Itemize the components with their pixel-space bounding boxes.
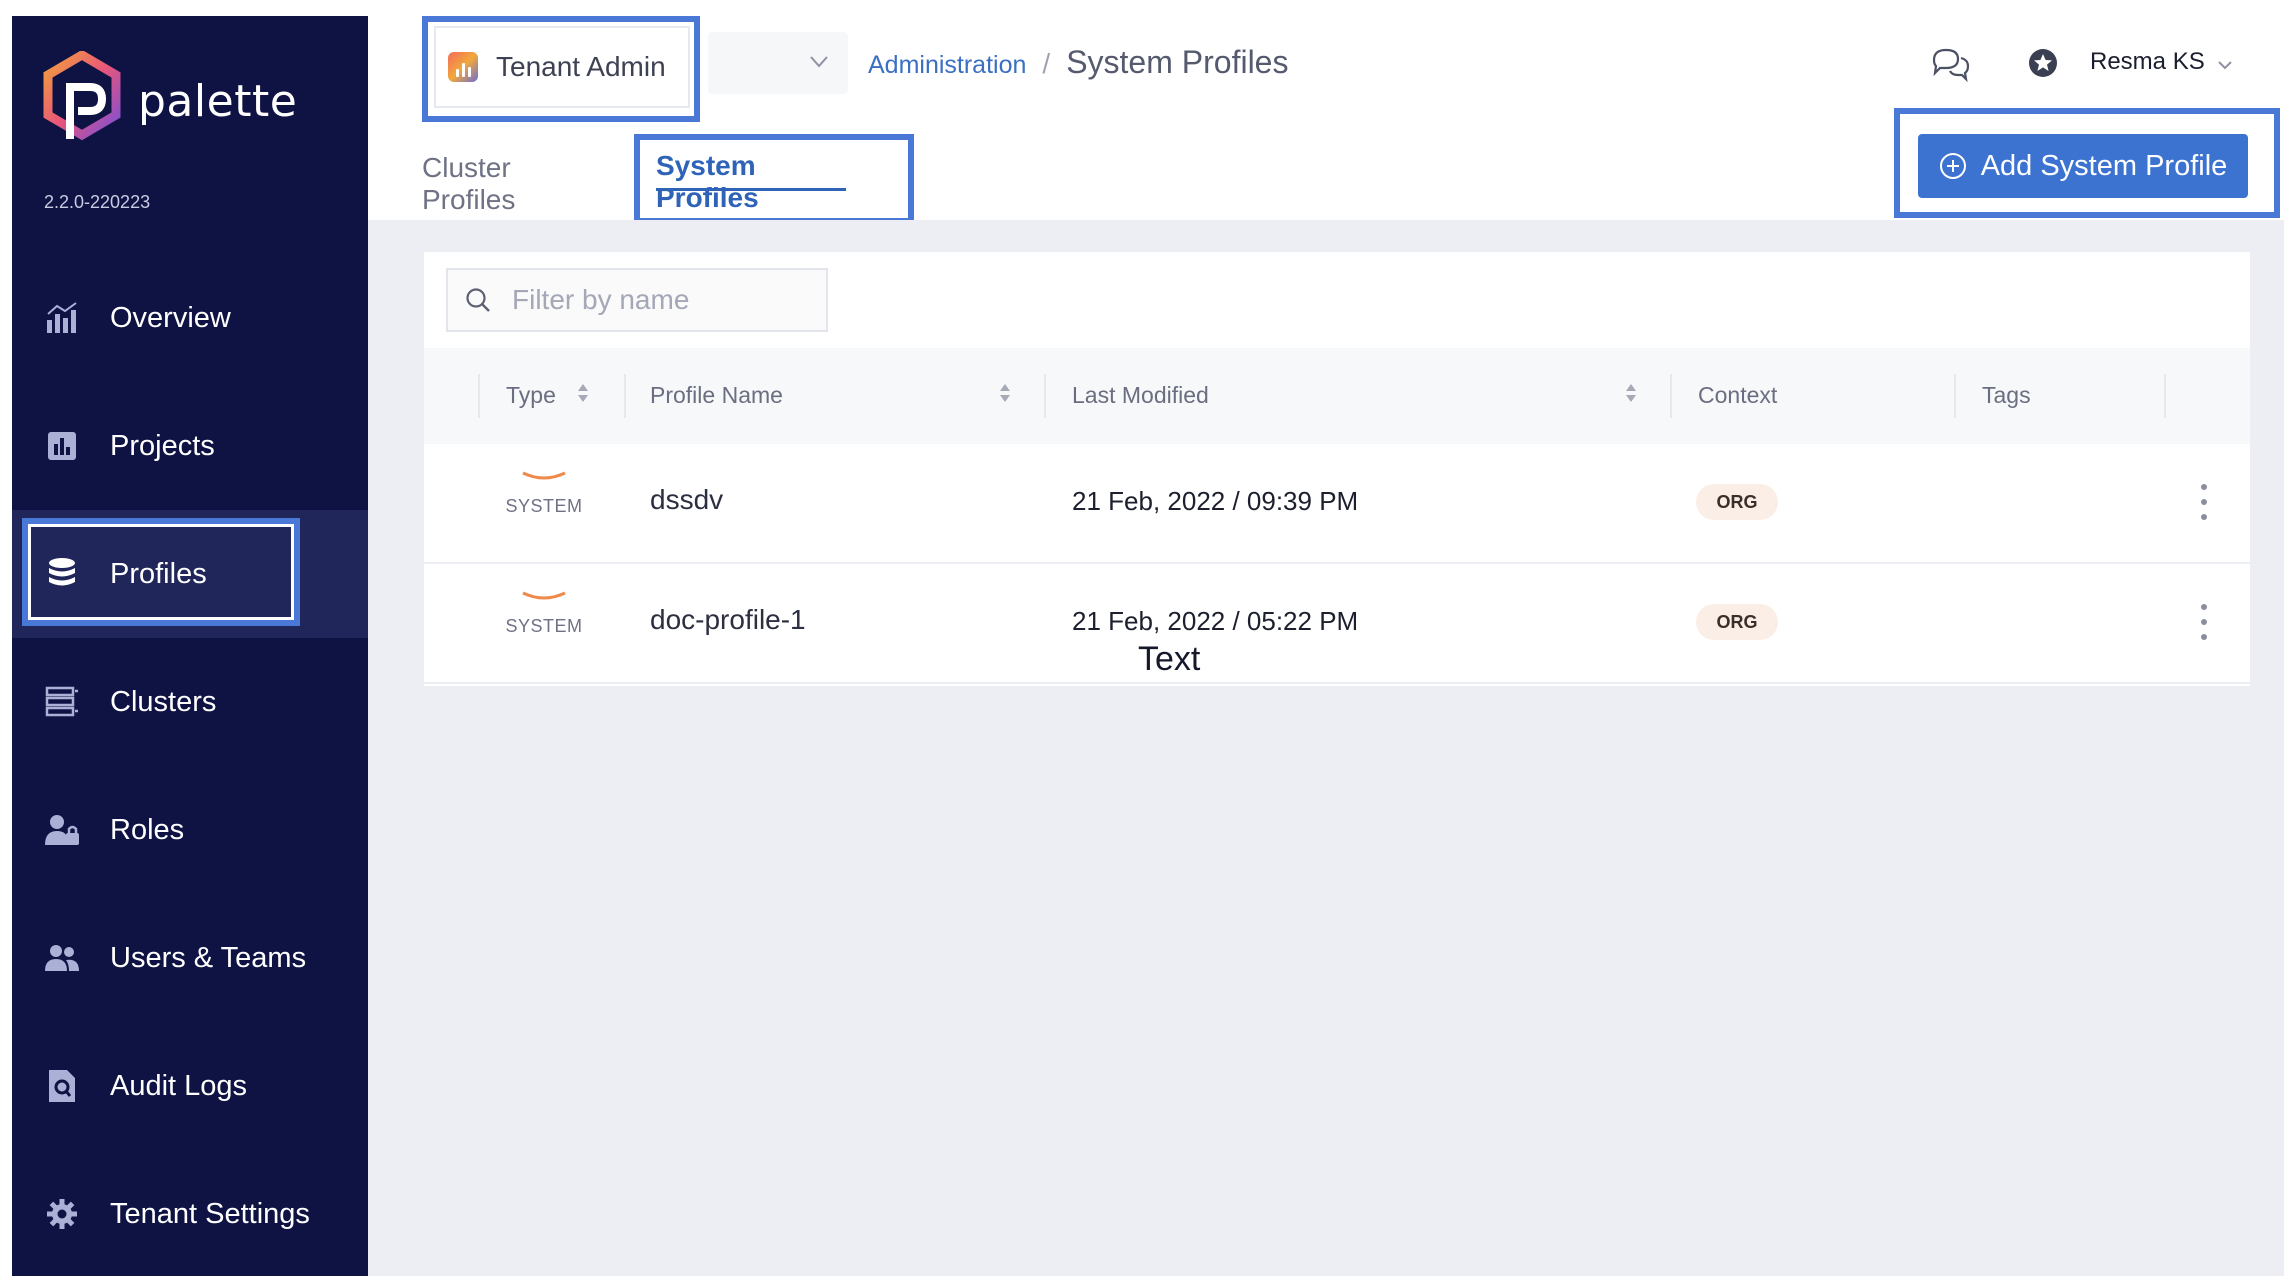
sidebar-item-roles[interactable]: Roles	[12, 766, 368, 894]
version-label: 2.2.0-220223	[44, 192, 151, 212]
context-badge: ORG	[1696, 604, 1778, 640]
palette-logo-icon	[43, 51, 121, 141]
tab-cluster-profiles[interactable]: Cluster Profiles	[422, 152, 515, 216]
type-cell: SYSTEM	[494, 590, 594, 637]
plus-circle-icon	[1939, 153, 1966, 179]
system-type-icon	[522, 591, 566, 600]
project-select[interactable]	[708, 32, 848, 94]
breadcrumb: Administration / System Profiles	[868, 44, 1288, 81]
type-label: SYSTEM	[505, 496, 583, 516]
system-type-icon	[522, 471, 566, 480]
user-menu[interactable]: Resma KS	[2090, 48, 2205, 76]
sidebar-item-label: Tenant Settings	[110, 1197, 310, 1230]
users-icon	[44, 940, 80, 976]
page-title: System Profiles	[1066, 44, 1289, 80]
table-row[interactable]: SYSTEM doc-profile-1 21 Feb, 2022 / 05:2…	[424, 564, 2250, 684]
sort-icon[interactable]	[1624, 378, 1638, 408]
profile-name[interactable]: dssdv	[650, 484, 723, 516]
row-menu-icon[interactable]	[2194, 604, 2214, 640]
breadcrumb-administration-link[interactable]: Administration	[868, 51, 1026, 80]
sidebar-item-overview[interactable]: Overview	[12, 254, 368, 382]
sidebar: palette 2.2.0-220223 Overview Projects P…	[12, 16, 368, 1276]
sidebar-item-label: Overview	[110, 301, 231, 334]
active-tab-indicator	[656, 188, 846, 191]
column-header-context: Context	[1698, 382, 1778, 408]
audit-icon	[44, 1068, 80, 1104]
clusters-icon	[44, 684, 80, 720]
type-cell: SYSTEM	[494, 470, 594, 517]
last-modified: 21 Feb, 2022 / 05:22 PM	[1072, 606, 1359, 636]
filter-field[interactable]	[446, 268, 828, 332]
profile-name[interactable]: doc-profile-1	[650, 604, 806, 636]
column-header-last-modified[interactable]: Last Modified	[1072, 382, 1209, 409]
sidebar-item-label: Audit Logs	[110, 1069, 248, 1102]
top-header: Tenant Admin Administration / System Pro…	[368, 0, 2284, 224]
brand-name: palette	[138, 75, 298, 127]
chevron-down-icon[interactable]	[2216, 56, 2234, 74]
sidebar-item-label: Roles	[110, 813, 185, 846]
column-header-profile-name[interactable]: Profile Name	[650, 382, 783, 409]
main-content: Type Profile Name Last Modified Context …	[368, 220, 2284, 1276]
add-system-profile-label: Add System Profile	[1980, 149, 2228, 182]
type-label: SYSTEM	[505, 616, 583, 636]
scope-switcher[interactable]: Tenant Admin	[434, 26, 690, 108]
column-divider	[478, 374, 480, 418]
sidebar-item-profiles[interactable]: Profiles	[12, 510, 368, 638]
sidebar-item-projects[interactable]: Projects	[12, 382, 368, 510]
row-menu-icon[interactable]	[2194, 484, 2214, 520]
column-header-type[interactable]: Type	[506, 382, 556, 409]
database-icon	[44, 556, 80, 592]
sidebar-item-label: Clusters	[110, 685, 217, 718]
last-modified: 21 Feb, 2022 / 09:39 PM	[1072, 486, 1359, 516]
profiles-table-card: Type Profile Name Last Modified Context …	[424, 252, 2250, 686]
breadcrumb-separator: /	[1042, 48, 1051, 79]
table-row[interactable]: SYSTEM dssdv 21 Feb, 2022 / 09:39 PM ORG	[424, 444, 2250, 564]
sidebar-item-label: Projects	[110, 429, 215, 462]
context-badge: ORG	[1696, 484, 1778, 520]
star-badge-icon[interactable]	[2028, 48, 2058, 78]
search-input[interactable]	[512, 284, 812, 316]
add-system-profile-button[interactable]: Add System Profile	[1918, 134, 2248, 198]
chevron-down-icon	[810, 56, 828, 68]
sidebar-item-audit-logs[interactable]: Audit Logs	[12, 1022, 368, 1150]
tenant-icon	[448, 52, 478, 82]
table-header: Type Profile Name Last Modified Context …	[424, 348, 2250, 444]
column-divider	[1044, 374, 1046, 418]
gear-icon	[44, 1196, 80, 1232]
sidebar-item-label: Users & Teams	[110, 941, 307, 974]
logo[interactable]: palette	[42, 46, 297, 156]
roles-icon	[44, 812, 80, 848]
column-header-tags: Tags	[1982, 382, 2031, 408]
tab-system-profiles[interactable]: System Profiles	[656, 150, 759, 214]
chart-icon	[44, 300, 80, 336]
sort-icon[interactable]	[576, 378, 590, 408]
column-divider	[1954, 374, 1956, 418]
sidebar-item-tenant-settings[interactable]: Tenant Settings	[12, 1150, 368, 1276]
projects-icon	[44, 428, 80, 464]
sidebar-item-label: Profiles	[110, 557, 207, 590]
search-icon	[466, 288, 490, 312]
text-annotation: Text	[1138, 640, 1201, 678]
column-divider	[2164, 374, 2166, 418]
scope-label: Tenant Admin	[496, 51, 666, 82]
sort-icon[interactable]	[998, 378, 1012, 408]
column-divider	[624, 374, 626, 418]
sidebar-item-users-teams[interactable]: Users & Teams	[12, 894, 368, 1022]
chat-icon[interactable]	[1930, 44, 1970, 84]
sidebar-item-clusters[interactable]: Clusters	[12, 638, 368, 766]
column-divider	[1670, 374, 1672, 418]
